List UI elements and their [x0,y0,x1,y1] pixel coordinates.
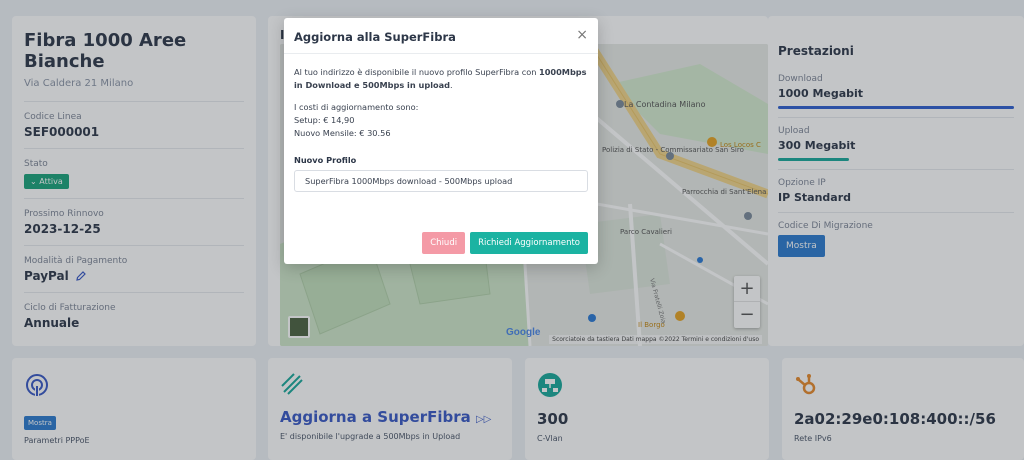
modal-intro: Al tuo indirizzo è disponibile il nuovo … [294,66,588,91]
modal-body: Al tuo indirizzo è disponibile il nuovo … [284,54,598,193]
close-button[interactable]: Chiudi [422,232,466,254]
costs-monthly: Nuovo Mensile: € 30.56 [294,127,391,138]
costs-setup: Setup: € 14,90 [294,115,355,126]
intro-end: . [450,79,453,90]
costs-title: I costi di aggiornamento sono: [294,102,419,113]
intro-text: Al tuo indirizzo è disponibile il nuovo … [294,67,540,77]
modal-costs: I costi di aggiornamento sono: Setup: € … [294,101,588,139]
modal-title: Aggiorna alla SuperFibra [294,30,456,44]
modal-header: Aggiorna alla SuperFibra × [284,18,598,54]
modal-footer: Chiudi Richiedi Aggiornamento [422,232,588,254]
profile-label: Nuovo Profilo [294,154,357,165]
upgrade-modal: Aggiorna alla SuperFibra × Al tuo indiri… [284,18,598,264]
profile-select[interactable]: SuperFibra 1000Mbps download - 500Mbps u… [294,170,588,193]
request-upgrade-button[interactable]: Richiedi Aggiornamento [470,232,588,254]
close-icon[interactable]: × [576,27,588,43]
